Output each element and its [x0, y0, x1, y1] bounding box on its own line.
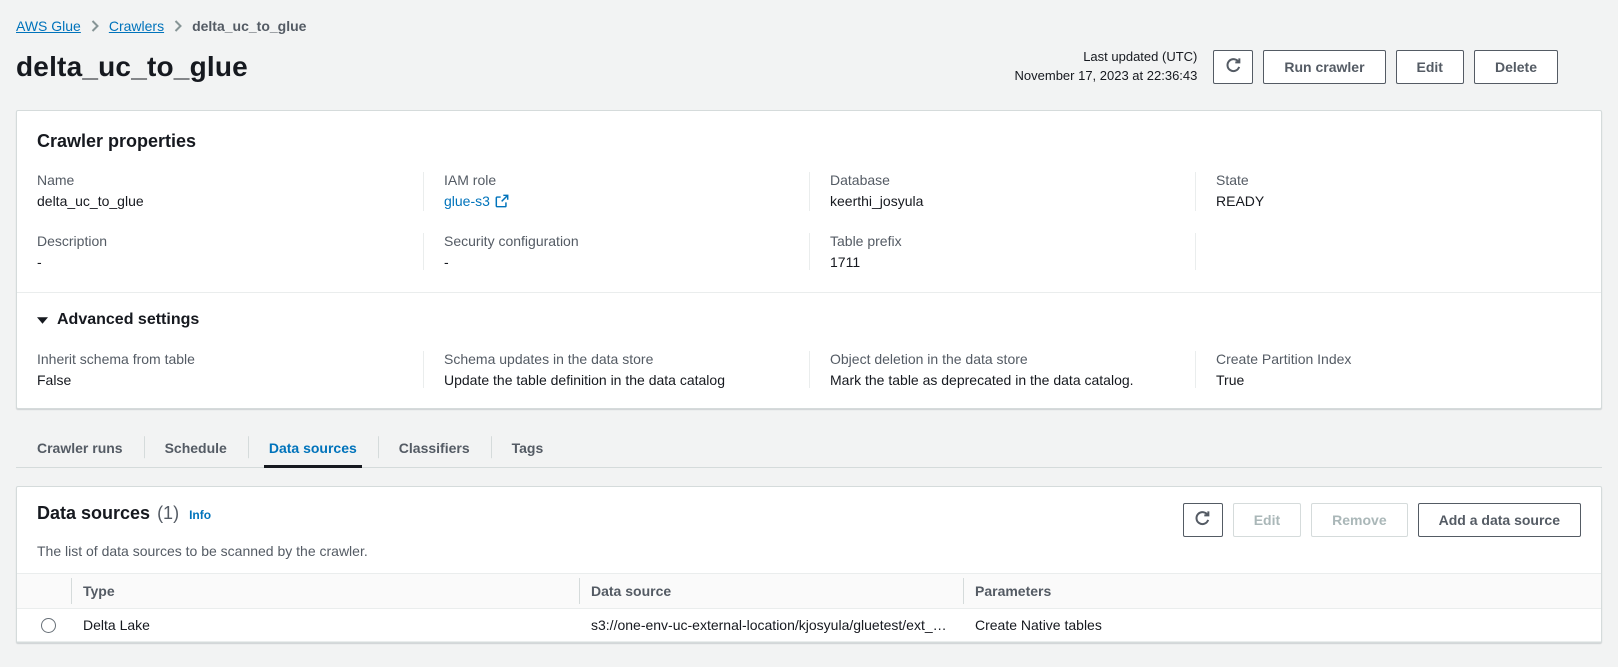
- tab-bar: Crawler runs Schedule Data sources Class…: [16, 431, 1602, 468]
- last-updated: Last updated (UTC) November 17, 2023 at …: [1015, 48, 1198, 86]
- field-label: Inherit schema from table: [37, 351, 403, 367]
- data-sources-description: The list of data sources to be scanned b…: [17, 541, 1601, 573]
- state-value: READY: [1216, 193, 1561, 209]
- info-link[interactable]: Info: [189, 508, 211, 522]
- add-data-source-button[interactable]: Add a data source: [1418, 503, 1581, 537]
- chevron-right-icon: [91, 20, 99, 32]
- chevron-right-icon: [174, 20, 182, 32]
- field-iam-role: IAM role glue-s3: [423, 172, 809, 211]
- field-create-partition-index: Create Partition Index True: [1195, 351, 1581, 388]
- breadcrumb: AWS Glue Crawlers delta_uc_to_glue: [16, 18, 1602, 34]
- tab-data-sources[interactable]: Data sources: [248, 431, 378, 467]
- divider: [17, 292, 1601, 293]
- column-header-data-source: Data source: [579, 573, 963, 608]
- refresh-button[interactable]: [1183, 503, 1223, 537]
- field-name: Name delta_uc_to_glue: [37, 172, 423, 211]
- column-header-type: Type: [71, 573, 579, 608]
- refresh-icon: [1225, 57, 1242, 77]
- delete-button[interactable]: Delete: [1474, 50, 1558, 84]
- tab-schedule[interactable]: Schedule: [144, 431, 248, 467]
- field-table-prefix: Table prefix 1711: [809, 233, 1195, 270]
- last-updated-label: Last updated (UTC): [1015, 48, 1198, 67]
- field-value: -: [37, 254, 403, 270]
- edit-data-source-button[interactable]: Edit: [1233, 503, 1301, 537]
- data-sources-panel: Data sources (1) Info Edit Remove Add a …: [16, 486, 1602, 644]
- field-state: State READY: [1195, 172, 1581, 211]
- advanced-settings-toggle[interactable]: Advanced settings: [37, 311, 199, 329]
- field-label: Security configuration: [444, 233, 789, 249]
- iam-role-link[interactable]: glue-s3: [444, 193, 490, 209]
- refresh-icon: [1194, 510, 1211, 530]
- page: AWS Glue Crawlers delta_uc_to_glue delta…: [0, 0, 1618, 667]
- last-updated-value: November 17, 2023 at 22:36:43: [1015, 67, 1198, 86]
- tab-classifiers[interactable]: Classifiers: [378, 431, 491, 467]
- tab-crawler-runs[interactable]: Crawler runs: [16, 431, 144, 467]
- field-inherit-schema: Inherit schema from table False: [37, 351, 423, 388]
- remove-data-source-button[interactable]: Remove: [1311, 503, 1407, 537]
- field-label: Description: [37, 233, 403, 249]
- selection-column-header: [17, 573, 71, 608]
- breadcrumb-link-aws-glue[interactable]: AWS Glue: [16, 18, 81, 34]
- field-database: Database keerthi_josyula: [809, 172, 1195, 211]
- breadcrumb-current: delta_uc_to_glue: [192, 18, 306, 34]
- column-header-parameters: Parameters: [963, 573, 1601, 608]
- field-value: -: [444, 254, 789, 270]
- data-sources-title: Data sources: [37, 503, 150, 524]
- crawler-properties-title: Crawler properties: [37, 131, 1581, 152]
- data-sources-count: (1): [157, 503, 179, 524]
- field-value: True: [1216, 372, 1561, 388]
- cell-parameters: Create Native tables: [963, 608, 1601, 642]
- field-label: Schema updates in the data store: [444, 351, 789, 367]
- edit-button[interactable]: Edit: [1396, 50, 1464, 84]
- field-security-configuration: Security configuration -: [423, 233, 809, 270]
- data-sources-heading: Data sources (1) Info: [37, 503, 211, 524]
- advanced-settings-label: Advanced settings: [57, 311, 199, 329]
- cell-type: Delta Lake: [71, 608, 579, 642]
- advanced-settings-grid: Inherit schema from table False Schema u…: [37, 351, 1581, 388]
- field-value: False: [37, 372, 403, 388]
- field-object-deletion: Object deletion in the data store Mark t…: [809, 351, 1195, 388]
- field-label: Object deletion in the data store: [830, 351, 1175, 367]
- field-empty: [1195, 233, 1581, 270]
- field-label: Create Partition Index: [1216, 351, 1561, 367]
- field-label: State: [1216, 172, 1561, 188]
- field-value: delta_uc_to_glue: [37, 193, 403, 209]
- field-label: Name: [37, 172, 403, 188]
- field-label: Table prefix: [830, 233, 1175, 249]
- field-value: keerthi_josyula: [830, 193, 1175, 209]
- field-value: 1711: [830, 254, 1175, 270]
- tab-tags[interactable]: Tags: [491, 431, 565, 467]
- crawler-properties-panel: Crawler properties Name delta_uc_to_glue…: [16, 110, 1602, 409]
- page-header: delta_uc_to_glue Last updated (UTC) Nove…: [16, 48, 1602, 86]
- external-link-icon: [495, 194, 509, 211]
- refresh-button[interactable]: [1213, 50, 1253, 84]
- table-header-row: Type Data source Parameters: [17, 573, 1601, 608]
- cell-data-source: s3://one-env-uc-external-location/kjosyu…: [579, 608, 963, 642]
- page-title: delta_uc_to_glue: [16, 51, 248, 83]
- data-sources-table: Type Data source Parameters Delta Lake s…: [17, 573, 1601, 643]
- field-label: IAM role: [444, 172, 789, 188]
- row-radio-button[interactable]: [41, 618, 56, 633]
- table-row[interactable]: Delta Lake s3://one-env-uc-external-loca…: [17, 608, 1601, 642]
- properties-grid: Name delta_uc_to_glue IAM role glue-s3 D…: [37, 172, 1581, 270]
- breadcrumb-link-crawlers[interactable]: Crawlers: [109, 18, 164, 34]
- field-value: Update the table definition in the data …: [444, 372, 789, 388]
- caret-down-icon: [37, 311, 48, 329]
- field-schema-updates: Schema updates in the data store Update …: [423, 351, 809, 388]
- run-crawler-button[interactable]: Run crawler: [1263, 50, 1385, 84]
- field-label: Database: [830, 172, 1175, 188]
- field-description: Description -: [37, 233, 423, 270]
- field-value: Mark the table as deprecated in the data…: [830, 372, 1175, 388]
